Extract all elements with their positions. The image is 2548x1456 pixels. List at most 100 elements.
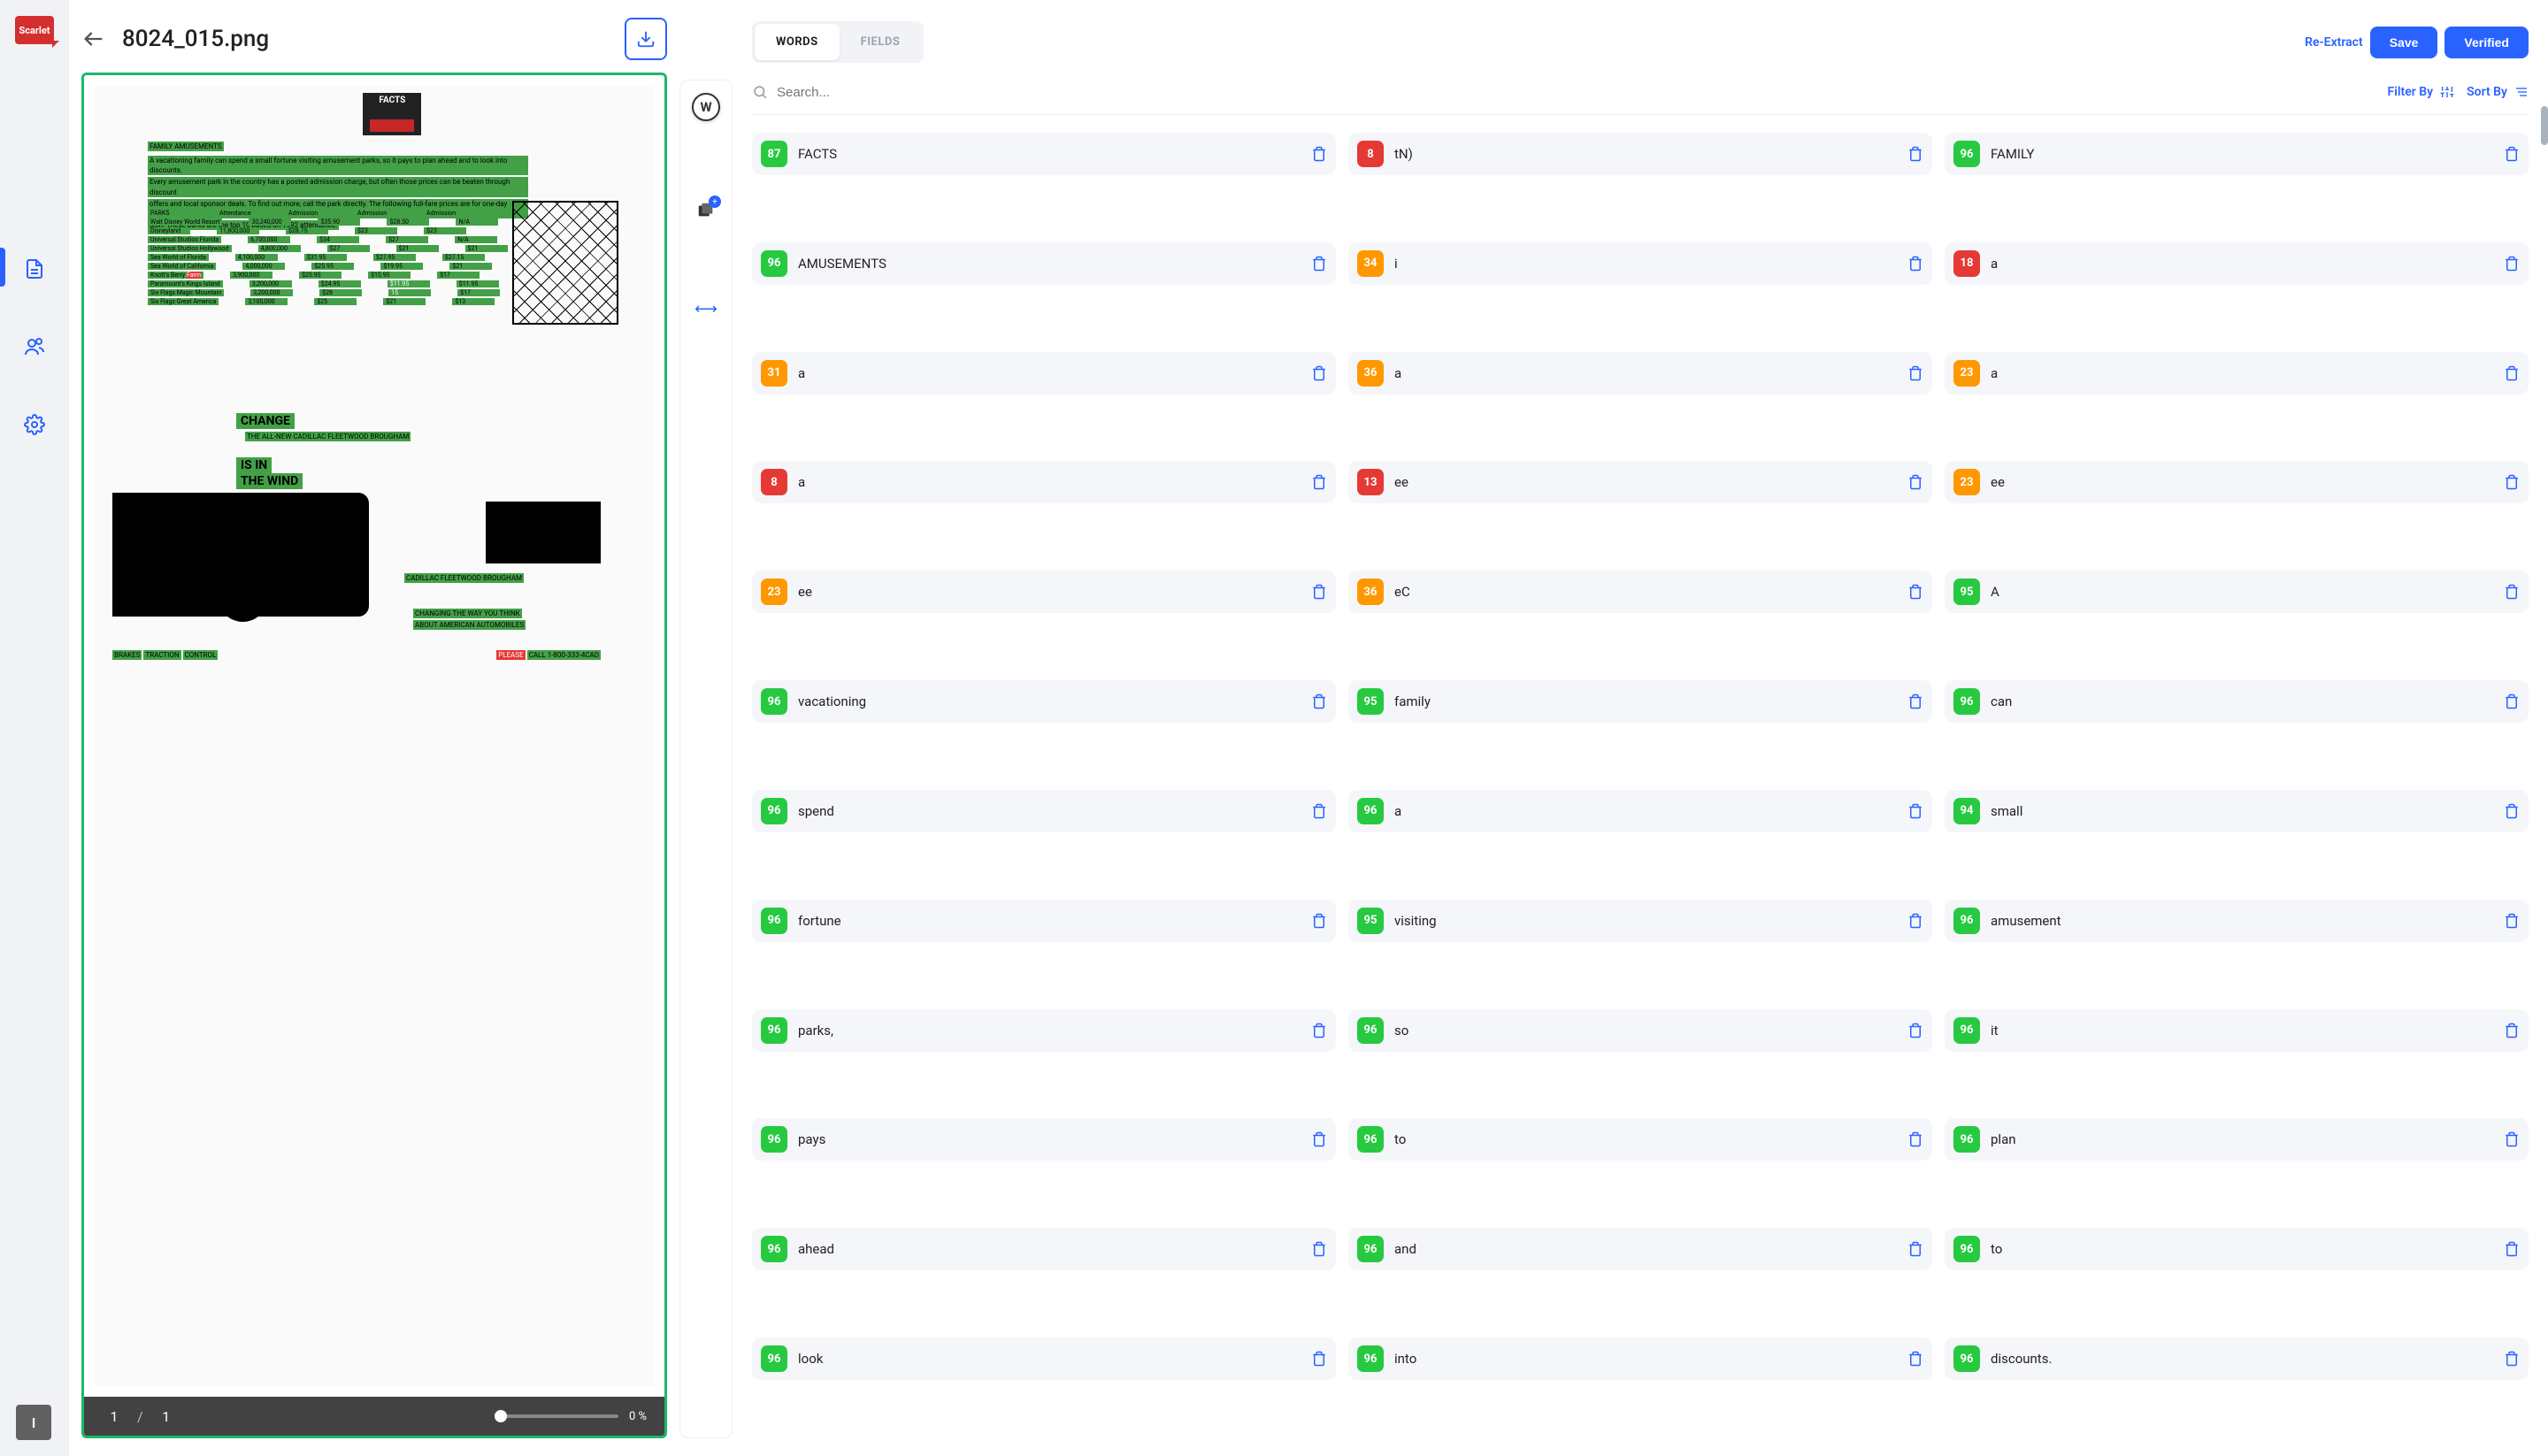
delete-word-button[interactable]: [2504, 803, 2520, 819]
word-card[interactable]: 96 look: [752, 1337, 1336, 1380]
delete-word-button[interactable]: [1311, 256, 1327, 272]
delete-word-button[interactable]: [1311, 913, 1327, 929]
delete-word-button[interactable]: [1907, 146, 1923, 162]
word-card[interactable]: 96 fortune: [752, 900, 1336, 942]
word-card[interactable]: 96 and: [1348, 1228, 1932, 1270]
keyboard-shortcut-badge[interactable]: I: [16, 1405, 51, 1440]
delete-word-button[interactable]: [1907, 1131, 1923, 1147]
word-mode-button[interactable]: W: [692, 93, 720, 121]
delete-word-button[interactable]: [1907, 803, 1923, 819]
delete-word-button[interactable]: [2504, 1131, 2520, 1147]
word-card[interactable]: 31 a: [752, 352, 1336, 395]
scrollbar-thumb[interactable]: [2541, 106, 2548, 145]
delete-word-button[interactable]: [1311, 694, 1327, 709]
delete-word-button[interactable]: [1311, 584, 1327, 600]
word-card[interactable]: 96 ahead: [752, 1228, 1336, 1270]
word-card[interactable]: 36 a: [1348, 352, 1932, 395]
word-card[interactable]: 13 ee: [1348, 461, 1932, 503]
word-text: small: [1991, 803, 2493, 819]
word-card[interactable]: 96 to: [1945, 1228, 2529, 1270]
delete-word-button[interactable]: [2504, 913, 2520, 929]
word-card[interactable]: 18 a: [1945, 242, 2529, 285]
word-card[interactable]: 95 visiting: [1348, 900, 1932, 942]
delete-word-button[interactable]: [2504, 1351, 2520, 1367]
delete-word-button[interactable]: [1311, 803, 1327, 819]
change-word: CHANGE: [236, 413, 295, 429]
word-card[interactable]: 96 can: [1945, 680, 2529, 723]
delete-word-button[interactable]: [2504, 1023, 2520, 1038]
documents-icon[interactable]: [22, 257, 47, 281]
delete-word-button[interactable]: [2504, 694, 2520, 709]
delete-word-button[interactable]: [1311, 1023, 1327, 1038]
delete-word-button[interactable]: [1907, 1023, 1923, 1038]
word-card[interactable]: 96 a: [1348, 790, 1932, 832]
resize-arrows-icon[interactable]: ⟷: [695, 300, 718, 318]
word-card[interactable]: 96 FAMILY: [1945, 133, 2529, 175]
word-card[interactable]: 96 so: [1348, 1009, 1932, 1052]
word-card[interactable]: 96 spend: [752, 790, 1336, 832]
word-card[interactable]: 94 small: [1945, 790, 2529, 832]
tab-words[interactable]: WORDS: [755, 24, 840, 60]
delete-word-button[interactable]: [1311, 146, 1327, 162]
back-arrow-icon[interactable]: [81, 27, 106, 51]
search-input[interactable]: [777, 85, 2375, 100]
delete-word-button[interactable]: [2504, 256, 2520, 272]
delete-word-button[interactable]: [1907, 365, 1923, 381]
word-card[interactable]: 36 eC: [1348, 571, 1932, 613]
word-card[interactable]: 23 ee: [1945, 461, 2529, 503]
delete-word-button[interactable]: [1907, 1351, 1923, 1367]
word-card[interactable]: 96 AMUSEMENTS: [752, 242, 1336, 285]
delete-word-button[interactable]: [1907, 474, 1923, 490]
facts-heading: FACTS: [363, 93, 421, 135]
document-page[interactable]: FACTS FAMILY AMUSEMENTS A vacationing fa…: [84, 75, 664, 1397]
delete-word-button[interactable]: [1907, 694, 1923, 709]
word-card[interactable]: 96 it: [1945, 1009, 2529, 1052]
tab-fields[interactable]: FIELDS: [840, 24, 922, 60]
users-icon[interactable]: [22, 334, 47, 359]
word-card[interactable]: 96 discounts.: [1945, 1337, 2529, 1380]
delete-word-button[interactable]: [2504, 146, 2520, 162]
delete-word-button[interactable]: [1311, 1351, 1327, 1367]
filter-by-button[interactable]: Filter By: [2388, 85, 2455, 99]
word-card[interactable]: 23 a: [1945, 352, 2529, 395]
word-card[interactable]: 95 A: [1945, 571, 2529, 613]
save-button[interactable]: Save: [2370, 27, 2438, 58]
delete-word-button[interactable]: [2504, 1241, 2520, 1257]
word-card[interactable]: 8 a: [752, 461, 1336, 503]
download-button[interactable]: [625, 18, 667, 60]
verified-button[interactable]: Verified: [2444, 27, 2529, 58]
word-card[interactable]: 95 family: [1348, 680, 1932, 723]
sort-by-button[interactable]: Sort By: [2467, 85, 2529, 99]
delete-word-button[interactable]: [2504, 474, 2520, 490]
word-card[interactable]: 96 to: [1348, 1118, 1932, 1161]
word-text: a: [1394, 365, 1897, 381]
delete-word-button[interactable]: [1311, 365, 1327, 381]
confidence-badge: 96: [1357, 1345, 1384, 1372]
delete-word-button[interactable]: [1907, 256, 1923, 272]
word-card[interactable]: 8 tN): [1348, 133, 1932, 175]
word-card[interactable]: 96 amusement: [1945, 900, 2529, 942]
delete-word-button[interactable]: [1311, 1241, 1327, 1257]
delete-word-button[interactable]: [2504, 365, 2520, 381]
word-card[interactable]: 23 ee: [752, 571, 1336, 613]
page-current[interactable]: 1: [102, 1408, 127, 1425]
delete-word-button[interactable]: [1907, 913, 1923, 929]
ad-section: CHANGE THE ALL-NEW CADILLAC FLEETWOOD BR…: [112, 404, 636, 652]
re-extract-link[interactable]: Re-Extract: [2305, 35, 2363, 50]
delete-word-button[interactable]: [2504, 584, 2520, 600]
word-card[interactable]: 96 into: [1348, 1337, 1932, 1380]
word-card[interactable]: 96 pays: [752, 1118, 1336, 1161]
add-layer-button[interactable]: +: [696, 201, 716, 220]
word-card[interactable]: 34 i: [1348, 242, 1932, 285]
word-card[interactable]: 96 parks,: [752, 1009, 1336, 1052]
settings-icon[interactable]: [22, 412, 47, 437]
delete-word-button[interactable]: [1311, 1131, 1327, 1147]
word-card[interactable]: 87 FACTS: [752, 133, 1336, 175]
zoom-slider[interactable]: [495, 1414, 618, 1418]
delete-word-button[interactable]: [1311, 474, 1327, 490]
delete-word-button[interactable]: [1907, 1241, 1923, 1257]
heading-family-amusements: FAMILY AMUSEMENTS: [148, 142, 224, 151]
word-card[interactable]: 96 plan: [1945, 1118, 2529, 1161]
word-card[interactable]: 96 vacationing: [752, 680, 1336, 723]
delete-word-button[interactable]: [1907, 584, 1923, 600]
